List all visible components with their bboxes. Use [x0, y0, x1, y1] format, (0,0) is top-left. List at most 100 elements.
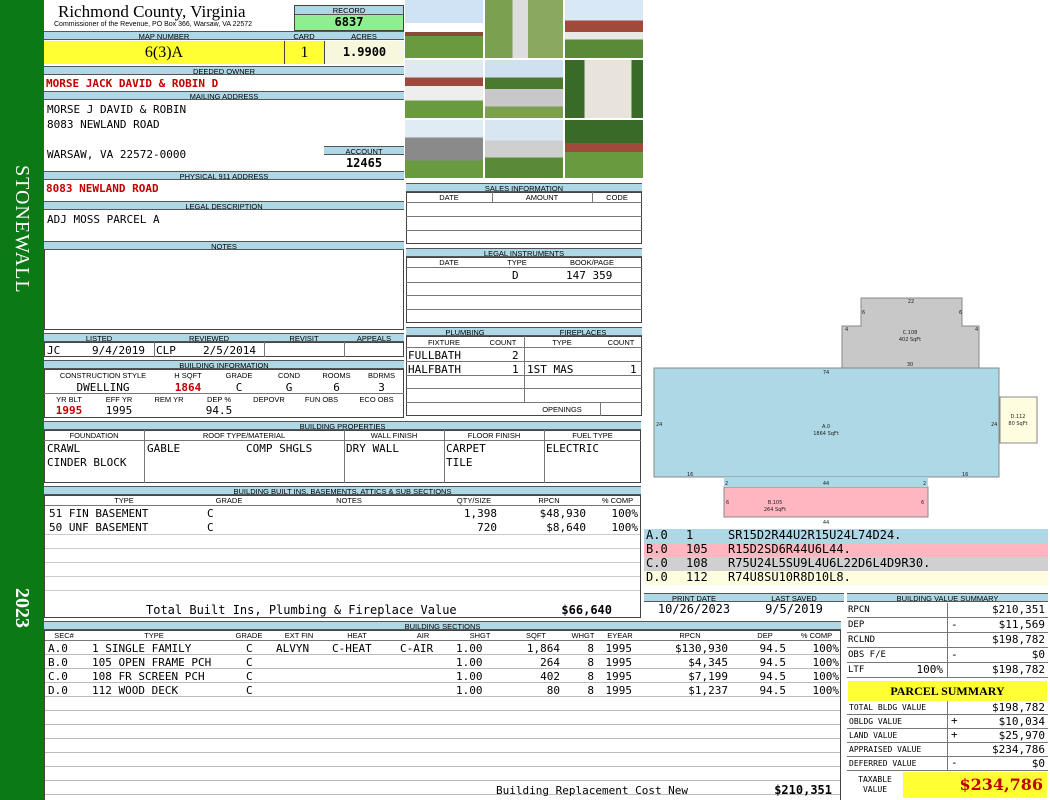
taxable-value-label: TAXABLE VALUE	[858, 775, 892, 794]
builtins-total-label: Total Built Ins, Plumbing & Fireplace Va…	[146, 603, 457, 617]
photo-gazebo	[405, 120, 483, 178]
sketch-area-a: 1864 SqFt	[813, 431, 839, 437]
parcel-summary-row: OBLDG VALUE + $10,034	[847, 715, 1048, 729]
photo-fence-pool	[485, 60, 563, 118]
parcel-summary-value: $10,034	[998, 715, 1045, 728]
sketch-code-num: 105	[686, 542, 708, 556]
parcel-summary-label: APPRAISED VALUE	[849, 745, 922, 754]
sketch-code-row: C.0 108 R75U24L5SU9L4U6L22D6L4D9R30.	[644, 557, 1048, 571]
sketch-code-text: R74U8SU10R8D10L8.	[728, 570, 851, 584]
value-summary-label: OBS F/E	[848, 650, 886, 660]
reviewed-by: CLP	[156, 344, 176, 357]
account-value: 12465	[345, 156, 383, 170]
replacement-cost-value: $210,351	[774, 783, 832, 797]
sketch-code-text: SR15D2R44U2R15U24L74D24.	[728, 528, 902, 542]
dim-b-left: 6	[726, 500, 729, 506]
legal-description-label: LEGAL DESCRIPTION	[44, 201, 404, 211]
commissioner-address: Commissioner of the Revenue, PO Box 366,…	[54, 21, 253, 28]
value-summary-row: LTF 100% $198,782	[847, 663, 1048, 678]
last-saved-label: LAST SAVED	[744, 593, 844, 603]
reviewed-label: REVIEWED	[154, 333, 264, 343]
value-summary-label: RPCN	[848, 605, 870, 615]
reviewed-date: 2/5/2014	[203, 344, 256, 357]
parcel-summary-label: TOTAL BLDG VALUE	[849, 703, 927, 712]
value-summary-label: LTF	[848, 665, 865, 675]
dim-c-left-step: 4	[845, 327, 848, 333]
dim-b-top: 44	[823, 481, 829, 487]
value-summary-pct: 100%	[916, 663, 944, 676]
mailing-line-1: MORSE J DAVID & ROBIN	[47, 103, 187, 116]
dim-b-step-right: 2	[923, 481, 926, 487]
sketch-code-sec: A.0	[646, 528, 668, 542]
openings-label: OPENINGS	[542, 405, 582, 414]
physical-address-label: PHYSICAL 911 ADDRESS	[44, 171, 404, 181]
dim-a-bottom-right: 16	[962, 472, 968, 478]
tax-year: 2023	[11, 588, 33, 628]
mailing-line-3: WARSAW, VA 22572-0000	[47, 148, 187, 161]
parcel-summary-value: $0	[1031, 757, 1045, 770]
dim-a-left: 24	[656, 422, 662, 428]
sketch-area-b: 264 SqFt	[764, 507, 786, 513]
dim-a-bottom-left: 16	[687, 472, 693, 478]
mailing-line-2: 8083 NEWLAND ROAD	[47, 118, 160, 131]
district-sidebar: STONEWALL 2023	[0, 0, 44, 800]
mailing-address-label: MAILING ADDRESS	[44, 91, 404, 101]
last-saved-value: 9/5/2019	[765, 602, 823, 616]
parcel-summary-title: PARCEL SUMMARY	[848, 681, 1047, 701]
value-summary-label: RCLND	[848, 635, 876, 645]
dim-b-right: 6	[921, 500, 924, 506]
notes-label: NOTES	[44, 241, 404, 251]
print-date-label: PRINT DATE	[644, 593, 744, 603]
sketch-code-row: B.0 105 R15D2SD6R44U6L44.	[644, 543, 1048, 557]
dim-c-bottom: 30	[907, 362, 913, 368]
building-sections-label: BUILDING SECTIONS	[44, 621, 841, 631]
listed-date: 9/4/2019	[92, 344, 145, 357]
dim-a-top: 74	[823, 370, 829, 376]
map-number-label: MAP NUMBER	[44, 31, 284, 41]
sketch-code-sec: C.0	[646, 556, 668, 570]
fireplaces-label: FIREPLACES	[524, 327, 642, 337]
district-name: STONEWALL	[11, 165, 33, 294]
dim-a-right: 24	[991, 422, 997, 428]
value-summary-value: $11,569	[998, 618, 1045, 631]
instr-type: D	[512, 269, 519, 282]
dim-b-step-left: 2	[725, 481, 728, 487]
acres-label: ACRES	[324, 31, 404, 41]
photo-shed	[565, 60, 643, 118]
plumbing-label: PLUMBING	[406, 327, 524, 337]
dim-c-left: 6	[862, 310, 865, 316]
value-summary-label: DEP	[848, 620, 865, 630]
value-summary-value: $198,782	[992, 663, 1045, 676]
photo-house-far	[565, 120, 643, 178]
record-label: RECORD	[295, 6, 403, 15]
deeded-owner-label: DEEDED OWNER	[44, 66, 404, 76]
sketch-code-num: 108	[686, 556, 708, 570]
sketch-code-text: R75U24L5SU9L4U6L22D6L4D9R30.	[728, 556, 931, 570]
prop-floor-2: TILE	[446, 456, 473, 469]
prop-roof-material: COMP SHGLS	[246, 442, 313, 455]
building-properties-table	[44, 430, 641, 483]
sketch-label-b: B.105	[768, 500, 783, 506]
print-date-value: 10/26/2023	[657, 602, 731, 616]
building-properties-label: BUILDING PROPERTIES	[44, 421, 641, 431]
record-box: RECORD 6837	[294, 5, 404, 31]
dim-c-right-step: 4	[975, 327, 978, 333]
photo-house-front	[405, 0, 483, 58]
physical-address-value: 8083 NEWLAND ROAD	[46, 182, 159, 195]
photo-house-yard	[405, 60, 483, 118]
photo-house-rear	[485, 120, 563, 178]
sketch-code-row: A.0 1 SR15D2R44U2R15U24L74D24.	[644, 529, 1048, 543]
taxable-value: $234,786	[903, 772, 1047, 798]
card-label: CARD	[284, 31, 324, 41]
dim-b-bottom: 44	[823, 520, 829, 526]
building-value-summary-label: BUILDING VALUE SUMMARY	[847, 593, 1048, 603]
sketch-area-d: 80 SqFt	[1008, 421, 1027, 427]
builtins-table	[44, 495, 641, 618]
record-value: 6837	[295, 15, 403, 30]
acres-value: 1.9900	[324, 41, 404, 64]
map-number-value: 6(3)A	[44, 41, 284, 64]
sketch-label-a: A.0	[822, 424, 830, 430]
sketch-drawing: A.0 1864 SqFt B.105 264 SqFt C.108 402 S…	[653, 297, 1038, 526]
prop-fuel: ELECTRIC	[546, 442, 599, 455]
listed-label: LISTED	[44, 333, 154, 343]
